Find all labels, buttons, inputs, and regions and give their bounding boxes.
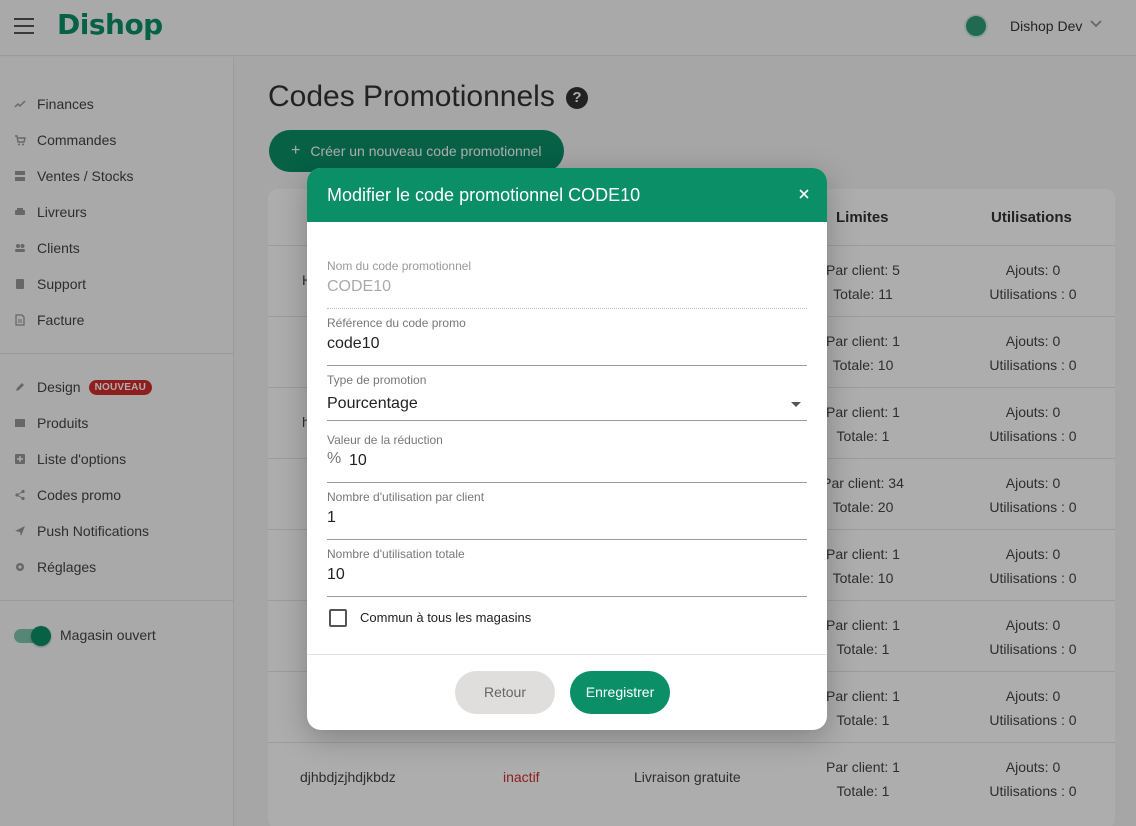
dialog-header: Modifier le code promotionnel CODE10: [307, 168, 827, 222]
all-stores-label[interactable]: Commun à tous les magasins: [360, 610, 531, 625]
field-label: Valeur de la réduction: [327, 433, 443, 447]
dropdown-arrow-icon[interactable]: [791, 402, 801, 407]
edit-promo-dialog: Modifier le code promotionnel CODE10 Nom…: [307, 168, 827, 730]
field-value[interactable]: 10: [349, 452, 367, 470]
dialog-title: Modifier le code promotionnel CODE10: [327, 185, 641, 205]
field-value[interactable]: Pourcentage: [327, 395, 418, 413]
percent-prefix: %: [327, 450, 342, 467]
field-value[interactable]: code10: [327, 335, 380, 353]
all-stores-checkbox[interactable]: [329, 609, 347, 627]
promo-type-select[interactable]: Type de promotion Pourcentage: [327, 373, 807, 421]
field-value[interactable]: 10: [327, 566, 345, 584]
field-value: CODE10: [327, 278, 392, 295]
save-button[interactable]: Enregistrer: [570, 671, 670, 714]
field-label: Type de promotion: [327, 373, 427, 387]
close-icon[interactable]: [797, 187, 811, 201]
total-usage-field[interactable]: Nombre d'utilisation totale 10: [327, 547, 807, 597]
discount-value-field[interactable]: Valeur de la réduction % 10: [327, 433, 807, 483]
field-label: Nombre d'utilisation par client: [327, 490, 485, 504]
back-button[interactable]: Retour: [455, 671, 555, 714]
promo-reference-field[interactable]: Référence du code promo code10: [327, 316, 807, 366]
per-client-usage-field[interactable]: Nombre d'utilisation par client 1: [327, 490, 807, 540]
dialog-divider: [307, 654, 827, 655]
field-label: Nom du code promotionnel: [327, 259, 472, 273]
field-label: Nombre d'utilisation totale: [327, 547, 465, 561]
field-label: Référence du code promo: [327, 316, 466, 330]
promo-name-field: Nom du code promotionnel CODE10: [327, 259, 807, 309]
field-value[interactable]: 1: [327, 509, 336, 527]
